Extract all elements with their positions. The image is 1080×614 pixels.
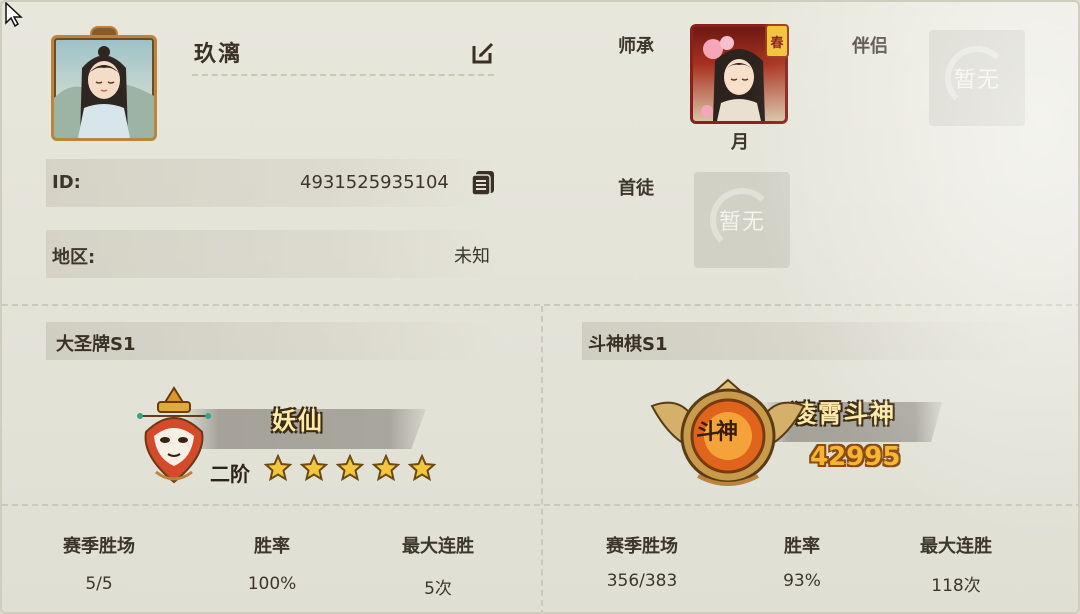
copy-icon[interactable] — [470, 169, 496, 197]
stat-label: 最大连胜 — [402, 536, 474, 557]
name-underline — [192, 74, 494, 76]
mode-title: 斗神棋S1 — [588, 334, 668, 355]
stat-label: 赛季胜场 — [606, 536, 678, 557]
mentor-label: 师承 — [618, 36, 654, 57]
partner-label: 伴侣 — [852, 36, 888, 57]
stat-label: 最大连胜 — [920, 536, 992, 557]
stat-value: 5/5 — [85, 574, 113, 594]
region-value: 未知 — [454, 246, 490, 267]
star-icon — [264, 454, 292, 482]
id-value: 4931525935104 — [300, 172, 449, 193]
disciple-value: 暂无 — [718, 210, 765, 235]
star-icon — [408, 454, 436, 482]
region-row — [46, 230, 496, 278]
rank-name: 妖仙 — [272, 407, 324, 435]
stat-value: 93% — [783, 571, 821, 591]
stat-label: 胜率 — [784, 536, 820, 557]
stat-value: 356/383 — [606, 571, 678, 591]
monkey-king-rank-icon — [137, 386, 211, 484]
rank-stars — [264, 454, 436, 482]
partner-slot[interactable]: 暂无 — [929, 30, 1025, 126]
cursor-icon — [5, 2, 23, 28]
profile-panel: 玖漓 ID: 4931525935104 地区: 未知 师承 春 月 伴侣 暂无… — [0, 0, 1080, 614]
disciple-label: 首徒 — [618, 178, 654, 199]
mentor-name: 月 — [731, 132, 749, 153]
avatar-portrait-icon — [54, 46, 154, 138]
emblem-text: 斗神 — [696, 420, 738, 445]
stat-value: 118次 — [931, 576, 981, 596]
edit-icon[interactable] — [470, 40, 496, 66]
rank-tier: 二阶 — [210, 462, 250, 486]
star-icon — [300, 454, 328, 482]
region-label: 地区: — [52, 247, 96, 268]
divider — [541, 306, 543, 612]
star-icon — [372, 454, 400, 482]
disciple-slot[interactable]: 暂无 — [694, 172, 790, 268]
star-icon — [336, 454, 364, 482]
stat-label: 胜率 — [254, 536, 290, 557]
rank-score: 42995 — [810, 442, 901, 472]
stat-label: 赛季胜场 — [63, 536, 135, 557]
mentor-season-badge: 春 — [765, 24, 789, 58]
divider — [2, 504, 1078, 506]
mode-title: 大圣牌S1 — [56, 334, 136, 355]
stat-value: 100% — [247, 574, 297, 594]
partner-value: 暂无 — [953, 68, 1000, 93]
stat-value: 5次 — [424, 579, 452, 599]
player-avatar[interactable] — [51, 35, 157, 141]
id-label: ID: — [52, 172, 81, 193]
player-name: 玖漓 — [194, 42, 243, 67]
